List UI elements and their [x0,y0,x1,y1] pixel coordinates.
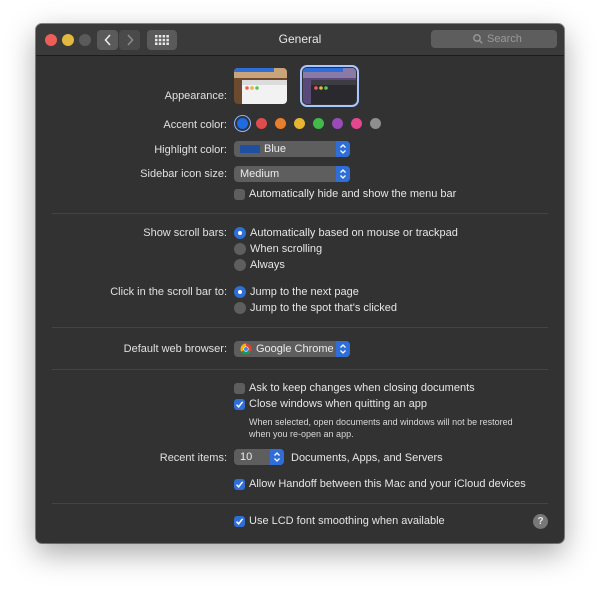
accent-color-swatch[interactable] [237,118,248,129]
close-windows-note-line1: When selected, open documents and window… [249,417,513,427]
recent-items-popup[interactable]: 10 [234,449,284,465]
lcd-smoothing-label: Use LCD font smoothing when available [249,515,445,527]
handoff-checkbox[interactable] [234,479,245,490]
scroll-bars-always-label: Always [250,259,285,271]
popup-arrows-icon [270,449,284,465]
menubar-autohide-label: Automatically hide and show the menu bar [249,188,457,200]
preferences-window: General Search Appearance: Accent color:… [36,24,564,543]
popup-arrows-icon [336,141,350,157]
accent-color-swatch[interactable] [332,118,343,129]
click-next-page-label: Jump to the next page [250,286,359,298]
default-browser-label: Default web browser: [123,343,227,355]
accent-color-swatch[interactable] [294,118,305,129]
sidebar-icon-size-label: Sidebar icon size: [140,168,227,180]
search-field[interactable]: Search [431,30,557,48]
handoff-label: Allow Handoff between this Mac and your … [249,478,526,490]
divider [52,369,548,370]
chrome-icon [240,343,252,355]
search-icon [473,34,483,44]
menubar-autohide-checkbox[interactable] [234,189,245,200]
scroll-bars-auto-label: Automatically based on mouse or trackpad [250,227,458,239]
light-mode-thumbnail [234,68,287,104]
divider [52,327,548,328]
accent-color-swatch[interactable] [275,118,286,129]
default-browser-value: Google Chrome [256,343,334,355]
sidebar-icon-size-popup[interactable]: Medium [234,166,350,182]
click-spot-radio[interactable] [234,302,246,314]
close-windows-label: Close windows when quitting an app [249,398,427,410]
close-windows-note-line2: when you re-open an app. [249,429,354,439]
appearance-label: Appearance: [164,90,227,102]
highlight-swatch [240,145,260,153]
click-next-page-radio[interactable] [234,286,246,298]
ask-keep-changes-label: Ask to keep changes when closing documen… [249,382,475,394]
scroll-bars-when-scrolling-label: When scrolling [250,243,323,255]
recent-items-suffix: Documents, Apps, and Servers [291,452,443,464]
accent-color-swatch[interactable] [370,118,381,129]
checkmark-icon [235,481,244,488]
checkmark-icon [235,518,244,525]
ask-keep-changes-checkbox[interactable] [234,383,245,394]
highlight-color-popup[interactable]: Blue [234,141,350,157]
scroll-bars-when-scrolling-radio[interactable] [234,243,246,255]
close-windows-checkbox[interactable] [234,399,245,410]
help-button[interactable]: ? [533,514,548,529]
click-spot-label: Jump to the spot that's clicked [250,302,398,314]
appearance-dark-option[interactable] [300,65,359,107]
sidebar-icon-size-value: Medium [240,168,280,180]
accent-color-swatch[interactable] [351,118,362,129]
checkmark-icon [235,401,244,408]
scroll-bars-auto-radio[interactable] [234,227,246,239]
accent-color-label: Accent color: [163,119,227,131]
search-placeholder: Search [487,33,522,45]
accent-color-swatch[interactable] [256,118,267,129]
click-scroll-bar-label: Click in the scroll bar to: [110,286,227,298]
popup-arrows-icon [336,166,350,182]
highlight-color-label: Highlight color: [154,144,227,156]
highlight-color-value: Blue [264,143,287,155]
recent-items-value: 10 [240,451,253,463]
divider [52,213,548,214]
default-browser-popup[interactable]: Google Chrome [234,341,350,357]
title-bar: General Search [36,24,564,56]
divider [52,503,548,504]
popup-arrows-icon [336,341,350,357]
appearance-light-option[interactable] [234,68,287,104]
scroll-bars-always-radio[interactable] [234,259,246,271]
lcd-smoothing-checkbox[interactable] [234,516,245,527]
accent-color-swatch[interactable] [313,118,324,129]
show-scroll-bars-label: Show scroll bars: [143,227,227,239]
recent-items-label: Recent items: [159,452,227,464]
dark-mode-thumbnail [303,68,356,104]
